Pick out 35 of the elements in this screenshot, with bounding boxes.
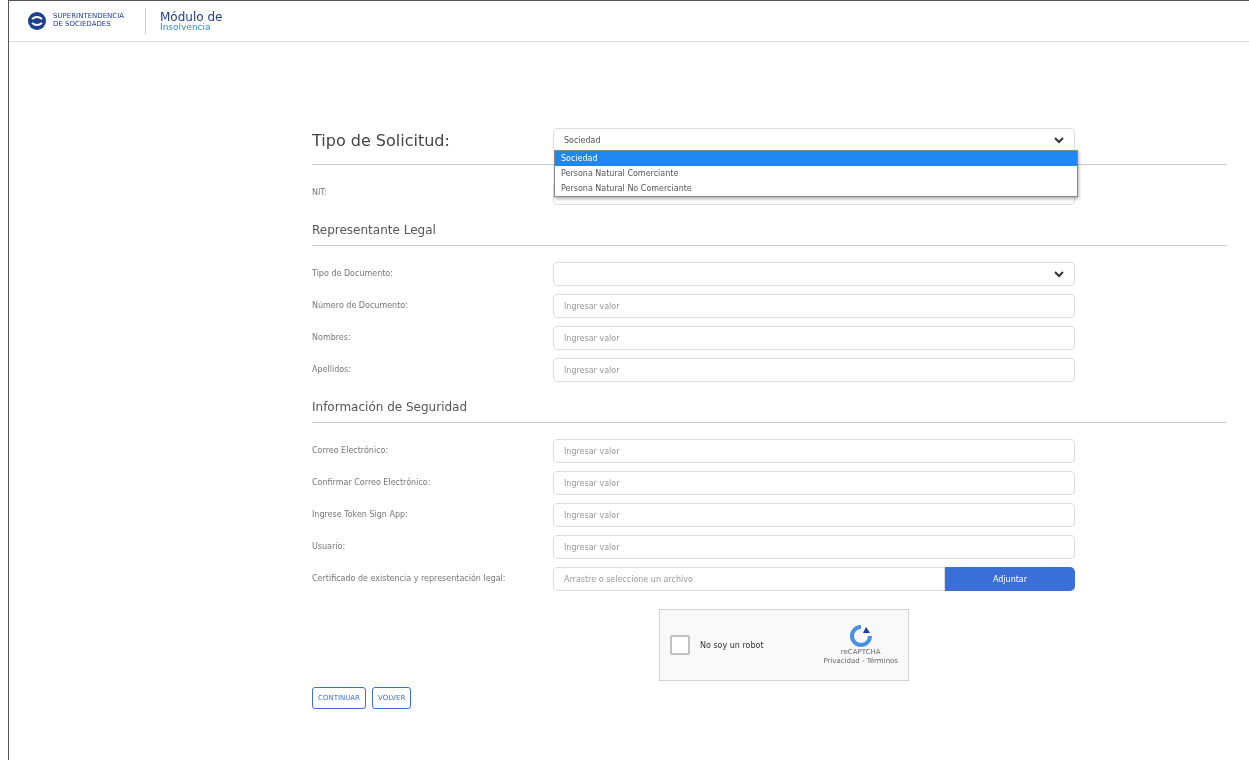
field-label: Confirmar Correo Electrónico: — [312, 477, 432, 489]
attach-button[interactable]: Adjuntar — [945, 567, 1075, 591]
input-field[interactable]: Ingresar valor — [553, 471, 1075, 495]
request-type-select[interactable]: Sociedad — [553, 128, 1075, 152]
module-title: Módulo de — [160, 10, 223, 23]
recaptcha-icon — [849, 625, 872, 647]
input-field[interactable]: Ingresar valor — [553, 358, 1075, 382]
chevron-down-icon — [1054, 136, 1064, 144]
request-type-label: Tipo de Solicitud: — [312, 130, 451, 150]
chevron-down-icon — [1054, 270, 1064, 278]
input-field[interactable]: Ingresar valor — [553, 326, 1075, 350]
input-field[interactable]: Ingresar valor — [553, 294, 1075, 318]
file-field[interactable]: Arrastre o seleccione un archivo — [553, 567, 945, 591]
checkbox[interactable] — [670, 635, 690, 655]
field-label: Número de Documento: — [312, 300, 409, 312]
field-label: Apellidos: — [312, 364, 352, 376]
dropdown-option[interactable]: Persona Natural No Comerciante — [555, 181, 1077, 196]
field-label: Usuario: — [312, 541, 347, 553]
input-field[interactable]: Ingresar valor — [553, 439, 1075, 463]
field-label: Certificado de existencia y representación legal: — [312, 573, 507, 585]
field-label: Correo Electrónico: — [312, 445, 390, 457]
section-title: Representante Legal — [312, 222, 437, 239]
section-title: Información de Seguridad — [312, 399, 469, 416]
field-label: Ingrese Token Sign App: — [312, 509, 409, 521]
field-label: NIT: — [312, 187, 329, 199]
logo-icon — [27, 11, 47, 31]
field-label: Tipo de Documento: — [312, 268, 394, 280]
input-field[interactable]: Ingresar valor — [553, 535, 1075, 559]
field-label: Nombres: — [312, 332, 352, 344]
dropdown-option[interactable]: Sociedad — [555, 151, 1077, 166]
document-type-select[interactable] — [553, 262, 1075, 286]
dropdown-option[interactable]: Persona Natural Comerciante — [555, 166, 1077, 181]
module-subtitle: Insolvencia — [160, 22, 212, 32]
input-field[interactable]: Ingresar valor — [553, 503, 1075, 527]
captcha-label: No soy un robot — [700, 640, 765, 650]
